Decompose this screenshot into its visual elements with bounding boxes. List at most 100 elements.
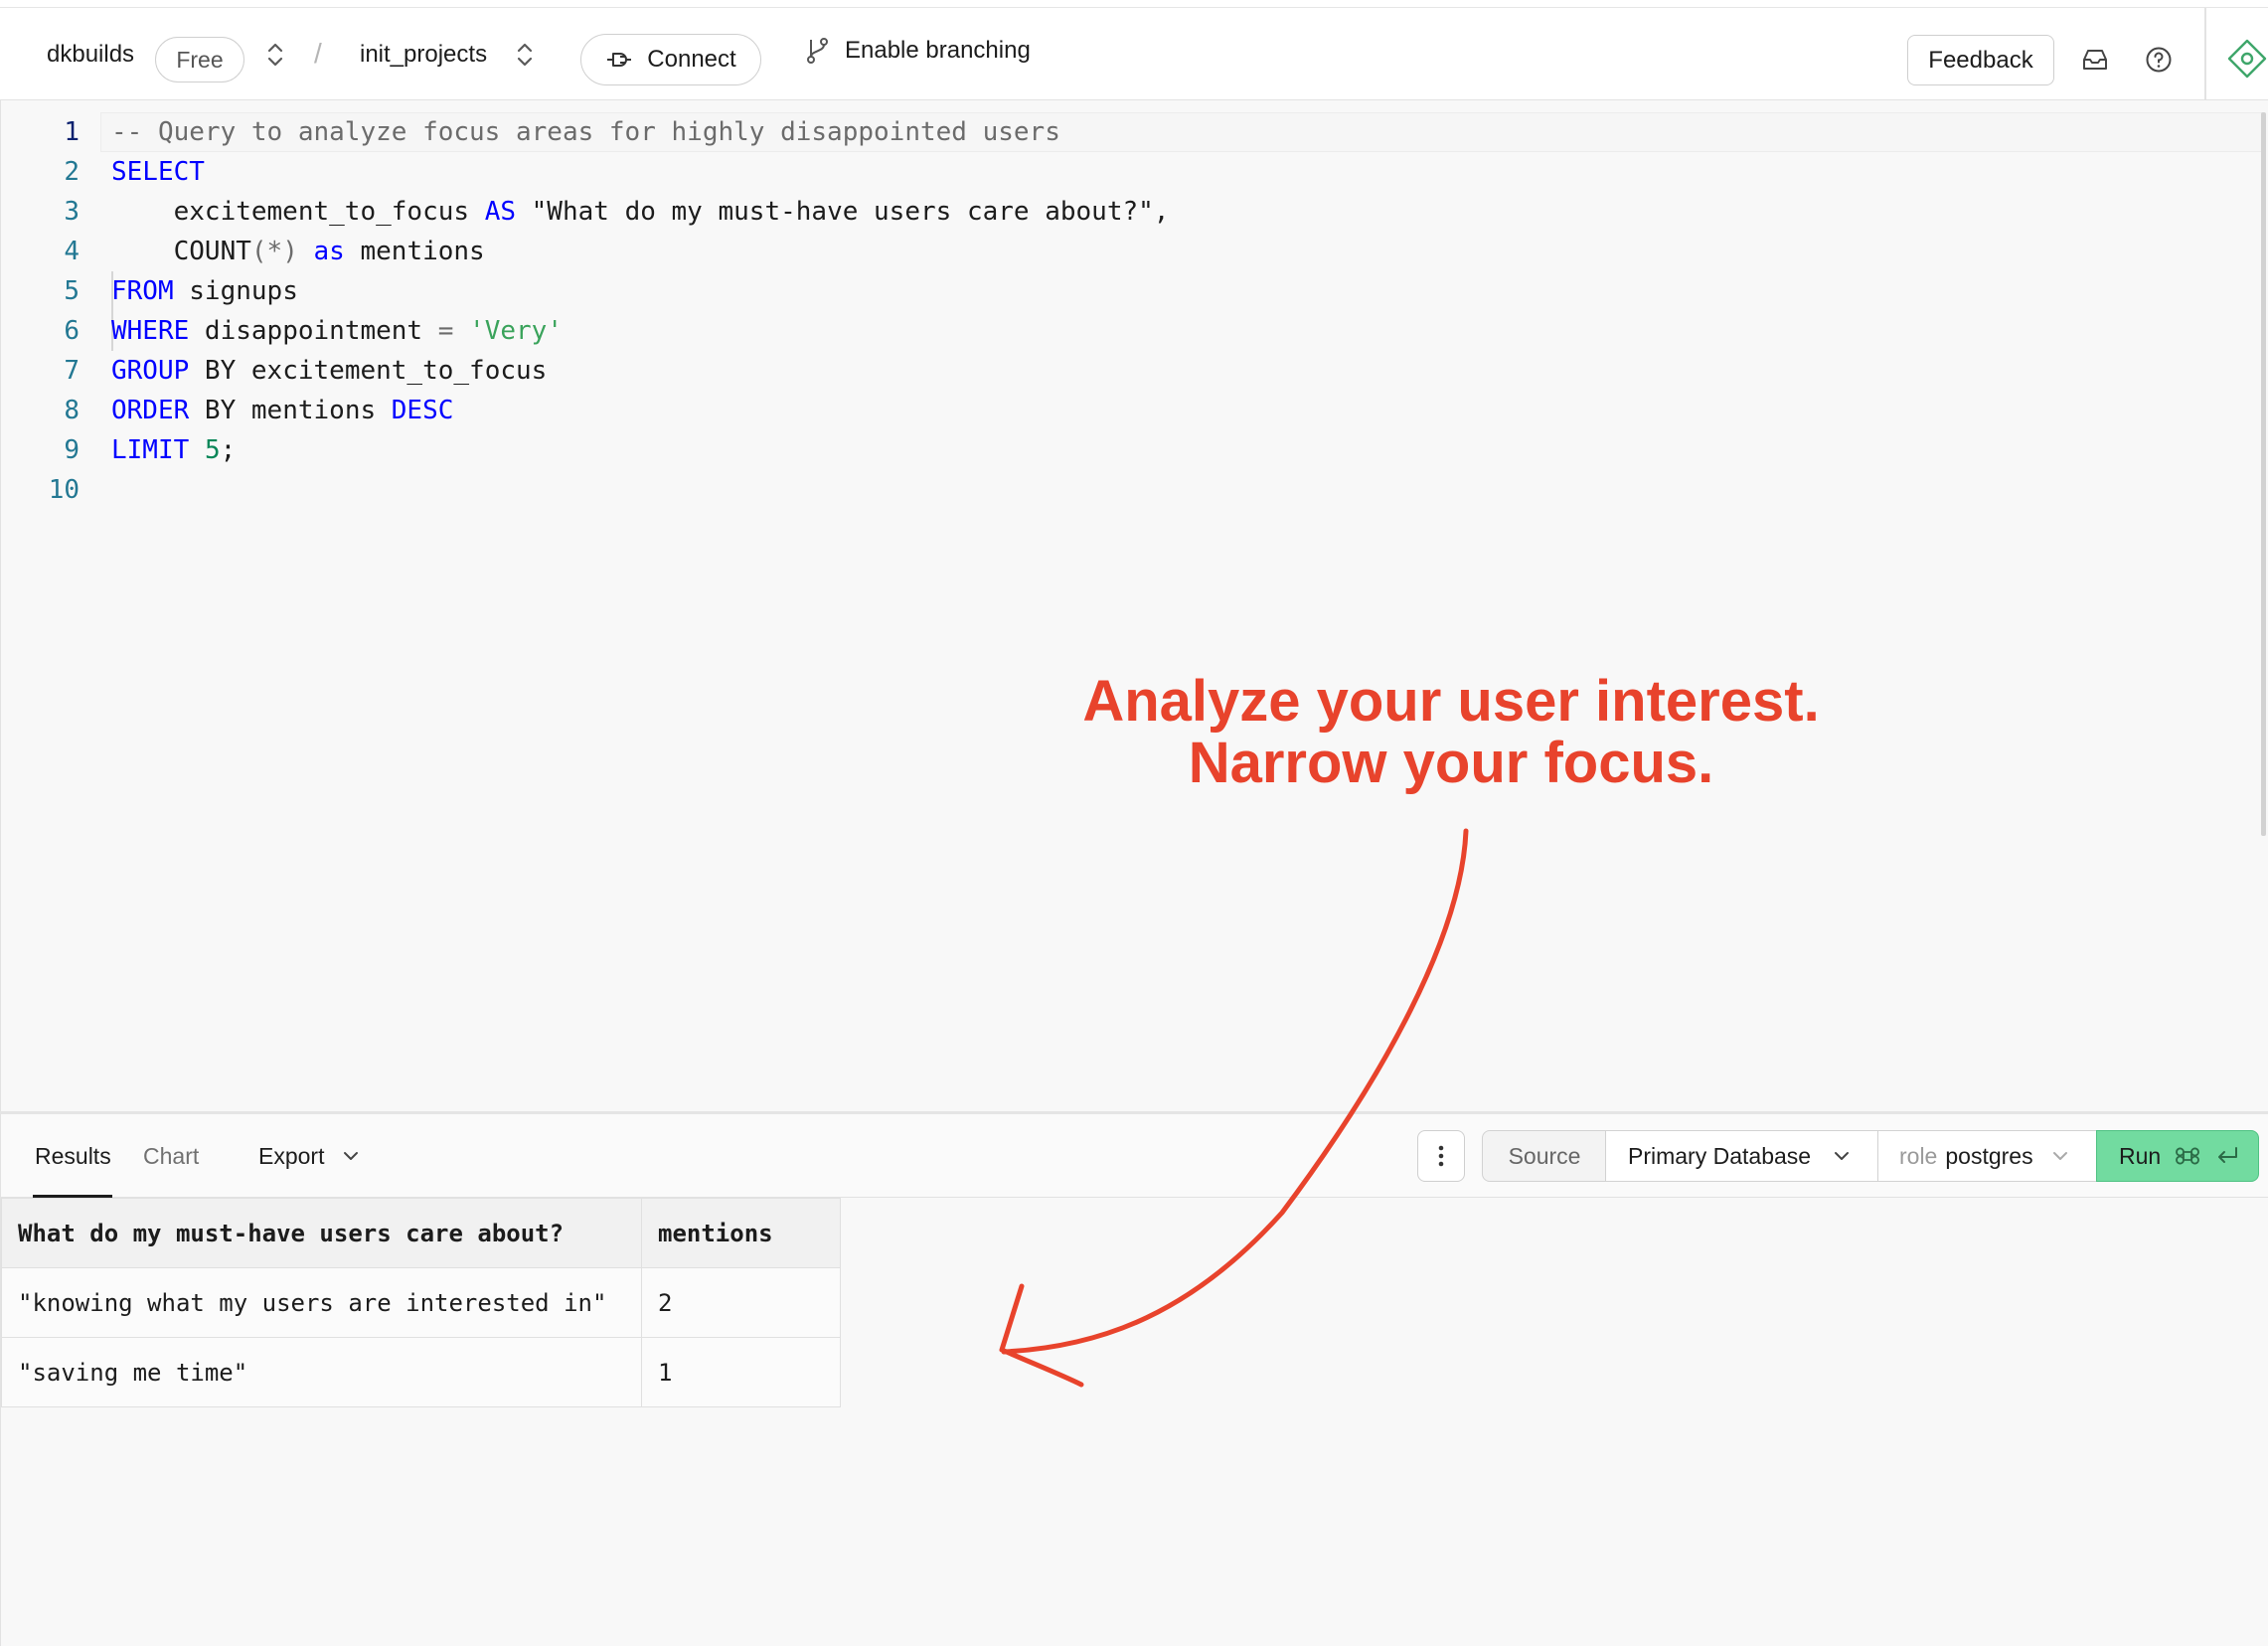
- feedback-button[interactable]: Feedback: [1907, 35, 2054, 85]
- code-token: (*): [250, 237, 298, 266]
- breadcrumb-separator: /: [314, 38, 322, 69]
- code-token: as: [313, 237, 345, 266]
- run-button[interactable]: Run: [2096, 1130, 2259, 1182]
- org-name[interactable]: dkbuilds: [47, 37, 134, 73]
- code-token: BY mentions: [189, 396, 392, 425]
- line-number: 10: [48, 475, 80, 505]
- connect-button[interactable]: Connect: [580, 34, 761, 85]
- tab-chart[interactable]: Chart: [143, 1140, 199, 1172]
- code-line[interactable]: -- Query to analyze focus areas for high…: [111, 112, 1169, 152]
- table-cell[interactable]: "saving me time": [1, 1337, 642, 1407]
- code-token: BY excitement_to_focus: [189, 356, 548, 386]
- branching-label: Enable branching: [845, 37, 1031, 64]
- code-token: -- Query to analyze focus areas for high…: [111, 117, 1060, 147]
- database-value: Primary Database: [1628, 1142, 1812, 1169]
- table-cell[interactable]: "knowing what my users are interested in…: [1, 1267, 642, 1338]
- table-cell[interactable]: 2: [641, 1267, 841, 1338]
- results-grid-area: What do my must-have users care about? m…: [0, 1198, 2268, 1646]
- export-dropdown[interactable]: Export: [258, 1140, 360, 1172]
- chevron-up-down-icon[interactable]: [264, 40, 286, 70]
- code-token: 'Very': [469, 316, 563, 346]
- results-toolbar: Results Chart Export Source Primary Data…: [0, 1114, 2268, 1198]
- project-name[interactable]: init_projects: [360, 37, 487, 73]
- code-token: signups: [173, 276, 298, 306]
- code-line[interactable]: WHERE disappointment = 'Very': [111, 311, 1169, 351]
- results-table: What do my must-have users care about? m…: [1, 1198, 841, 1407]
- code-line[interactable]: GROUP BY excitement_to_focus: [111, 351, 1169, 391]
- column-header[interactable]: mentions: [641, 1198, 841, 1268]
- line-number-gutter: 1 2 3 4 5 6 7 8 9 10: [1, 112, 90, 510]
- git-branch-icon: [807, 38, 828, 64]
- line-number: 6: [64, 316, 80, 346]
- table-cell[interactable]: 1: [641, 1337, 841, 1407]
- line-number: 7: [64, 356, 80, 386]
- assistant-button[interactable]: [2226, 38, 2268, 80]
- code-token: AS: [484, 197, 516, 227]
- code-line[interactable]: excitement_to_focus AS "What do my must-…: [111, 192, 1170, 232]
- code-token: DESC: [391, 396, 454, 425]
- database-select[interactable]: Primary Database: [1605, 1130, 1879, 1182]
- code-token: COUNT: [111, 237, 251, 266]
- code-line[interactable]: SELECT: [111, 152, 1169, 192]
- plan-badge: Free: [155, 37, 244, 82]
- table-header-row: What do my must-have users care about? m…: [1, 1198, 841, 1268]
- role-select[interactable]: role postgres: [1877, 1130, 2098, 1182]
- enter-icon: [2218, 1147, 2238, 1163]
- chevron-up-down-icon[interactable]: [514, 40, 536, 70]
- tab-results[interactable]: Results: [35, 1140, 111, 1172]
- role-value: postgres: [1945, 1142, 2033, 1169]
- top-bar: dkbuilds Free / init_projects Connect En…: [0, 7, 2268, 101]
- line-number: 5: [64, 276, 80, 306]
- diamond-logo-icon: [2227, 39, 2267, 79]
- code-token: disappointment: [189, 316, 438, 346]
- code-token: FROM: [111, 276, 174, 306]
- more-vertical-icon: [1438, 1145, 1444, 1167]
- code-token: 5: [204, 435, 221, 465]
- code-token: "What do my must-have users care about?"…: [516, 197, 1170, 227]
- line-number: 2: [64, 157, 80, 187]
- column-header[interactable]: What do my must-have users care about?: [1, 1198, 642, 1268]
- code-line[interactable]: COUNT(*) as mentions: [111, 232, 1169, 271]
- run-label: Run: [2119, 1142, 2162, 1169]
- chevron-down-icon: [344, 1152, 359, 1160]
- inbox-icon: [2083, 50, 2107, 70]
- code-line[interactable]: LIMIT 5;: [111, 430, 1169, 470]
- code-token: mentions: [344, 237, 485, 266]
- plug-icon: [607, 53, 632, 67]
- connect-label: Connect: [647, 46, 736, 73]
- table-row: "saving me time" 1: [1, 1337, 841, 1407]
- code-token: LIMIT: [111, 435, 190, 465]
- code-token: GROUP: [111, 356, 190, 386]
- line-number: 4: [64, 237, 80, 266]
- sql-editor[interactable]: 1 2 3 4 5 6 7 8 9 10 -- Query to analyze focus ar…: [0, 100, 2268, 1113]
- help-circle-icon: [2146, 47, 2172, 73]
- code-token: SELECT: [111, 157, 205, 187]
- more-options-button[interactable]: [1417, 1130, 1465, 1182]
- command-icon: [2176, 1147, 2200, 1165]
- code-line[interactable]: FROM signups: [111, 271, 1169, 311]
- annotation-callout: Analyze your user interest. Narrow your …: [954, 671, 1948, 794]
- code-token: =: [437, 316, 454, 346]
- line-number: 3: [64, 197, 80, 227]
- code-token: WHERE: [111, 316, 190, 346]
- table-row: "knowing what my users are interested in…: [1, 1267, 841, 1338]
- role-label: role: [1899, 1142, 1938, 1169]
- inbox-button[interactable]: [2077, 42, 2113, 78]
- code-token: excitement_to_focus: [111, 197, 485, 227]
- code-line[interactable]: ORDER BY mentions DESC: [111, 391, 1169, 430]
- topbar-divider: [2204, 8, 2206, 101]
- enable-branching-button[interactable]: Enable branching: [805, 37, 1031, 65]
- chevron-down-icon: [2052, 1152, 2067, 1160]
- source-label: Source: [1482, 1130, 1607, 1182]
- export-label: Export: [258, 1143, 325, 1169]
- editor-scrollbar[interactable]: [2261, 112, 2266, 836]
- code-line[interactable]: [111, 470, 1169, 510]
- line-number: 1: [64, 117, 80, 147]
- help-button[interactable]: [2141, 42, 2177, 78]
- annotation-line-1: Analyze your user interest.: [1082, 669, 1820, 734]
- annotation-line-2: Narrow your focus.: [1188, 731, 1714, 795]
- code-content[interactable]: -- Query to analyze focus areas for high…: [111, 112, 1169, 510]
